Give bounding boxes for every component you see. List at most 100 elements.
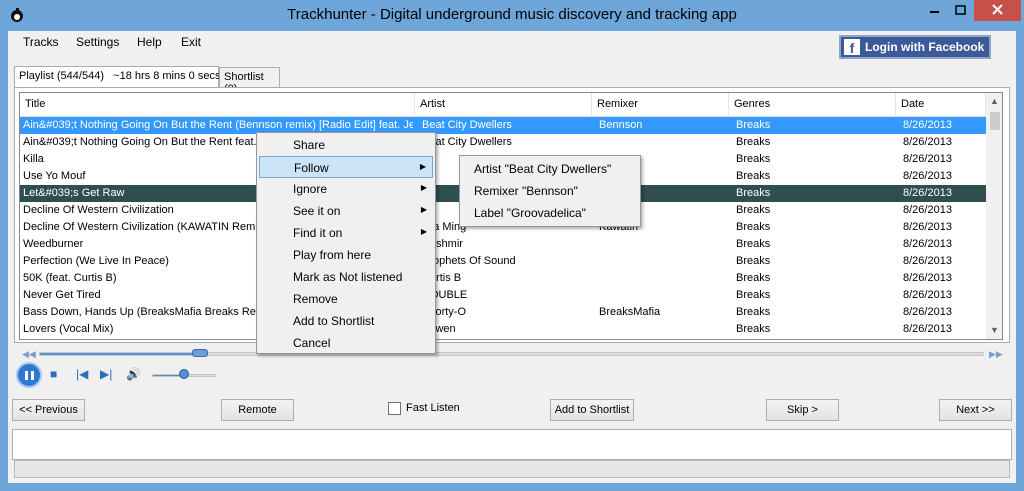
menu-tracks[interactable]: Tracks: [23, 35, 59, 49]
submenu-arrow-icon: ▶: [420, 227, 427, 236]
context-menu-item[interactable]: Find it on ▶: [259, 222, 433, 244]
context-menu-item[interactable]: Add to Shortlist: [259, 310, 433, 332]
maximize-icon: [955, 5, 966, 15]
context-menu-item-label: Ignore: [293, 182, 328, 196]
seek-start-icon[interactable]: ◀◀: [22, 349, 36, 360]
genre-cell: Breaks: [736, 136, 771, 148]
context-menu-item-label: Find it on: [293, 226, 343, 240]
date-cell: 8/26/2013: [903, 238, 952, 250]
context-menu: Share Follow ▶ Ignore ▶ See it on ▶ Find it on ▶…: [256, 132, 436, 354]
submenu-arrow-icon: ▶: [420, 183, 427, 192]
context-menu-item-label: See it on: [293, 204, 341, 218]
fast-listen-label: Fast Listen: [406, 402, 460, 414]
context-menu-item[interactable]: See it on ▶: [259, 200, 433, 222]
pause-icon: [25, 371, 28, 380]
table-row[interactable]: Never Get Tired DOUBLE Breaks 8/26/2013: [20, 287, 986, 304]
facebook-login-button[interactable]: f Login with Facebook: [839, 35, 991, 59]
skip-button[interactable]: Skip >: [766, 399, 839, 421]
date-cell: 8/26/2013: [903, 221, 952, 233]
main-client-area: Tracks Settings Help Exit f Login with F…: [8, 31, 1016, 483]
artist-cell: Beat City Dwellers: [422, 119, 512, 131]
minimize-button[interactable]: [921, 0, 948, 21]
next-button[interactable]: Next >>: [939, 399, 1012, 421]
date-cell: 8/26/2013: [903, 153, 952, 165]
genre-cell: Breaks: [736, 187, 771, 199]
column-artist[interactable]: Artist: [415, 93, 592, 117]
table-row[interactable]: Ain&#039;t Nothing Going On But the Rent…: [20, 134, 986, 151]
scroll-up-icon[interactable]: ▲: [986, 93, 1002, 110]
stop-icon[interactable]: ■: [50, 367, 57, 381]
artist-cell: Shorty-O: [422, 306, 467, 318]
scroll-thumb[interactable]: [990, 112, 1000, 130]
context-menu-item-label: Share: [293, 138, 326, 152]
artist-cell: Beat City Dwellers: [422, 136, 512, 148]
date-cell: 8/26/2013: [903, 136, 952, 148]
maximize-button[interactable]: [948, 0, 974, 21]
previous-track-icon[interactable]: |◀: [76, 367, 88, 381]
seek-handle[interactable]: [191, 349, 208, 357]
date-cell: 8/26/2013: [903, 204, 952, 216]
table-row[interactable]: 50K (feat. Curtis B) Curtis B Breaks 8/26/2…: [20, 270, 986, 287]
context-menu-item[interactable]: Cancel: [259, 332, 433, 354]
add-to-shortlist-button[interactable]: Add to Shortlist: [550, 399, 634, 421]
table-row[interactable]: Lovers (Vocal Mix) Bowen Breaks 8/26/2013: [20, 321, 986, 338]
context-menu-item[interactable]: Follow ▶: [259, 156, 433, 178]
table-row[interactable]: Bass Down, Hands Up (BreaksMafia Breaks …: [20, 304, 986, 321]
genre-cell: Breaks: [736, 289, 771, 301]
context-menu-item[interactable]: Ignore ▶: [259, 178, 433, 200]
remixer-cell: Bennson: [599, 119, 643, 131]
date-cell: 8/26/2013: [903, 170, 952, 182]
context-menu-item-label: Remove: [293, 292, 338, 306]
title-bar[interactable]: Trackhunter - Digital underground music …: [0, 0, 1024, 31]
menu-exit[interactable]: Exit: [181, 35, 201, 49]
context-menu-item[interactable]: Play from here: [259, 244, 433, 266]
context-menu-item[interactable]: Share: [259, 134, 433, 156]
submenu-item-label: Artist "Beat City Dwellers": [474, 162, 612, 176]
date-cell: 8/26/2013: [903, 119, 952, 131]
column-genres[interactable]: Genres: [729, 93, 896, 117]
genre-cell: Breaks: [736, 170, 771, 182]
genre-cell: Breaks: [736, 153, 771, 165]
remote-button[interactable]: Remote: [221, 399, 294, 421]
column-title[interactable]: Title: [20, 93, 415, 117]
artist-cell: Prophets Of Sound: [422, 255, 516, 267]
close-button[interactable]: [974, 0, 1021, 21]
artist-cell: DOUBLE: [422, 289, 468, 301]
scroll-down-icon[interactable]: ▼: [986, 322, 1002, 339]
table-row[interactable]: Ain&#039;t Nothing Going On But the Rent…: [20, 117, 986, 134]
genre-cell: Breaks: [736, 238, 771, 250]
title-cell: Ain&#039;t Nothing Going On But the Rent…: [23, 119, 413, 131]
tab-playlist-label: Playlist (544/544) ~18 hrs 8 mins 0 secs: [19, 70, 221, 82]
date-cell: 8/26/2013: [903, 255, 952, 267]
menu-help[interactable]: Help: [137, 35, 162, 49]
submenu-arrow-icon: ▶: [420, 205, 427, 214]
context-menu-item-label: Mark as Not listened: [293, 270, 403, 284]
table-row[interactable]: Perfection (We Live In Peace) Prophets Of…: [20, 253, 986, 270]
seek-end-icon[interactable]: ▶▶: [989, 349, 1003, 360]
submenu-item[interactable]: Label "Groovadelica": [462, 202, 638, 224]
tab-playlist[interactable]: Playlist (544/544) ~18 hrs 8 mins 0 secs: [14, 66, 221, 88]
previous-button[interactable]: << Previous: [12, 399, 85, 421]
table-row[interactable]: Weedburner Rashmir Breaks 8/26/2013: [20, 236, 986, 253]
submenu-item-label: Remixer "Bennson": [474, 184, 578, 198]
tab-shortlist[interactable]: Shortlist (0): [219, 67, 280, 95]
submenu-item[interactable]: Artist "Beat City Dwellers": [462, 158, 638, 180]
fast-listen-checkbox[interactable]: [388, 402, 401, 415]
menu-settings[interactable]: Settings: [76, 35, 119, 49]
genre-cell: Breaks: [736, 255, 771, 267]
context-menu-item[interactable]: Remove: [259, 288, 433, 310]
pause-button[interactable]: [16, 362, 42, 388]
volume-icon[interactable]: 🔊: [126, 367, 141, 381]
column-date[interactable]: Date: [896, 93, 986, 117]
column-remixer[interactable]: Remixer: [592, 93, 729, 117]
context-menu-item-label: Cancel: [293, 336, 331, 350]
follow-submenu: Artist "Beat City Dwellers" Remixer "Benn…: [459, 155, 641, 227]
vertical-scrollbar[interactable]: ▲ ▼: [986, 93, 1002, 339]
genre-cell: Breaks: [736, 221, 771, 233]
next-track-icon[interactable]: ▶|: [100, 367, 112, 381]
submenu-item[interactable]: Remixer "Bennson": [462, 180, 638, 202]
seek-bar[interactable]: [39, 352, 984, 356]
seek-bar-fill: [40, 353, 201, 355]
context-menu-item[interactable]: Mark as Not listened: [259, 266, 433, 288]
volume-handle[interactable]: [179, 369, 189, 379]
